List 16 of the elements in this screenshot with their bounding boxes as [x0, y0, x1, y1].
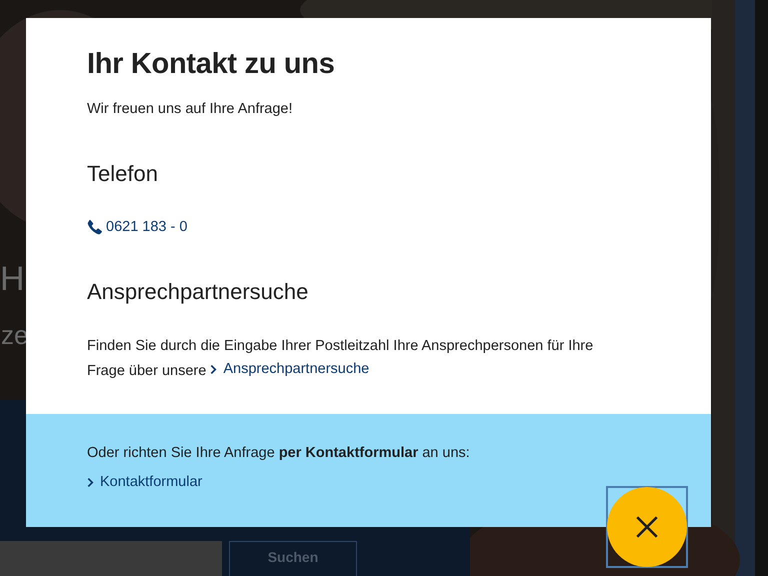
search-field[interactable] [0, 541, 222, 576]
section-heading: Telefon [87, 161, 159, 187]
phone-link[interactable]: 0621 183 - 0 [106, 219, 188, 235]
intro-text: Wir freuen uns auf Ihre Anfrage! [87, 101, 294, 117]
chevron-right-icon [87, 476, 94, 488]
contact-form-link[interactable]: Kontaktformular [87, 474, 202, 490]
section-heading: Ansprechpartnersuche [87, 279, 310, 305]
search-description: Finden Sie durch die Eingabe Ihrer Postleitzahl Ihre Ansprechpersonen für Ihre Frage über unsere Ansprechpartnersuche [87, 337, 594, 383]
form-hint: Oder richten Sie Ihre Anfrage per Kontaktformular an uns: [87, 444, 471, 463]
dialog-title: Ihr Kontakt zu uns [87, 48, 336, 81]
close-icon [634, 514, 660, 540]
chevron-right-icon [210, 364, 218, 375]
phone-icon [87, 219, 103, 235]
hero-headline: H [0, 262, 25, 296]
hero-subline: ze [1, 322, 28, 348]
contact-search-link[interactable]: Ansprechpartnersuche [210, 358, 370, 381]
